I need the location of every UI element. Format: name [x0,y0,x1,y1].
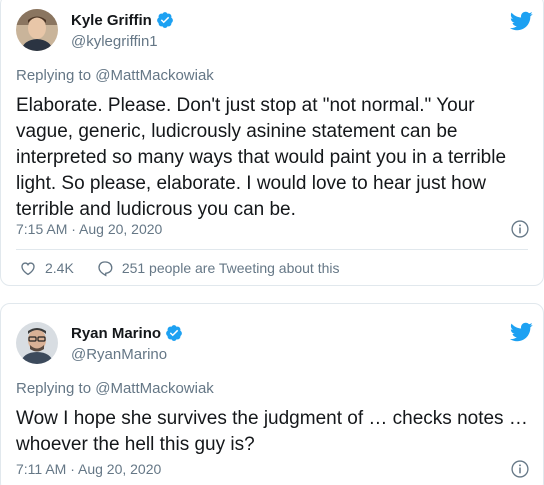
replying-to-label: Replying to [16,67,92,84]
author-handle[interactable]: @RyanMarino [71,346,167,363]
author-handle[interactable]: @kylegriffin1 [71,33,158,50]
mention-link[interactable]: @MattMackowiak [95,380,214,397]
twitter-bird-icon[interactable] [509,320,533,344]
info-icon[interactable] [510,219,530,239]
mention-link[interactable]: @MattMackowiak [95,67,214,84]
tweet-timestamp[interactable]: 7:11 AM · Aug 20, 2020 [16,461,161,477]
verified-badge-icon [156,11,174,29]
divider [16,249,528,250]
tweet-text: Wow I hope she survives the judgment of … [16,408,528,455]
author-name[interactable]: Ryan Marino [71,325,161,342]
avatar[interactable] [16,322,58,364]
tweet-card-kyle-griffin[interactable]: Kyle Griffin @kylegriffin1 Replying to @… [0,0,544,286]
avatar[interactable] [16,9,58,51]
speech-bubble-icon [98,261,113,277]
verified-badge-icon [165,324,183,342]
tweet-text: Elaborate. Please. Don't just stop at "n… [16,95,507,220]
replying-to-label: Replying to [16,380,92,397]
conversation-link[interactable]: 251 people are Tweeting about this [96,259,340,277]
replying-to: Replying to @MattMackowiak [16,380,214,397]
heart-icon [21,262,35,276]
tweet-card-ryan-marino[interactable]: Ryan Marino @RyanMarino Replying to @Mat… [0,303,544,485]
like-button[interactable]: 2.4K [19,259,74,277]
like-count: 2.4K [45,260,74,276]
tweet-timestamp[interactable]: 7:15 AM · Aug 20, 2020 [16,221,162,237]
twitter-bird-icon[interactable] [509,9,533,33]
author-name[interactable]: Kyle Griffin [71,12,152,29]
replying-to: Replying to @MattMackowiak [16,67,214,84]
conversation-label: 251 people are Tweeting about this [121,260,340,276]
info-icon[interactable] [510,459,530,479]
